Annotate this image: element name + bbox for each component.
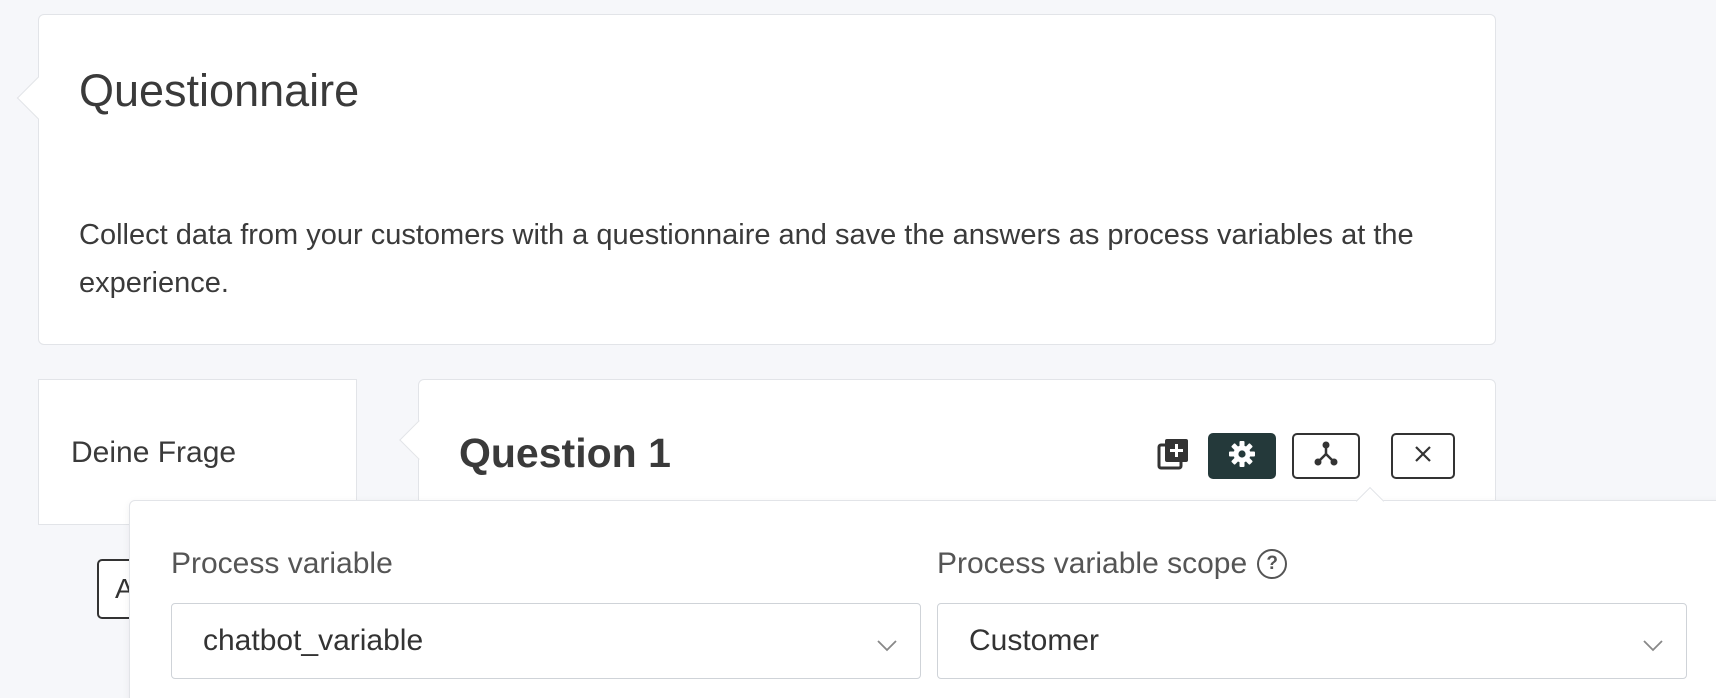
chevron-down-icon: [1642, 630, 1664, 652]
process-variable-label: Process variable: [171, 547, 393, 581]
page-title: Questionnaire: [79, 65, 360, 116]
branch-button[interactable]: [1292, 433, 1360, 479]
question-list-item-label: Deine Frage: [71, 436, 237, 469]
question-card-notch: [399, 420, 439, 460]
question-settings-popover: Process variable chatbot_variable Proces…: [129, 486, 1716, 698]
process-variable-scope-label: Process variable scope ?: [937, 547, 1288, 581]
branch-icon: [1312, 440, 1340, 473]
process-variable-scope-value: Customer: [969, 624, 1100, 657]
question-circle-icon[interactable]: ?: [1257, 549, 1288, 579]
process-variable-select[interactable]: chatbot_variable: [171, 603, 921, 679]
process-variable-scope-select[interactable]: Customer: [937, 603, 1687, 679]
question-title: Question 1: [459, 430, 671, 476]
close-button[interactable]: [1391, 433, 1455, 479]
header-card-notch: [16, 76, 60, 120]
duplicate-icon[interactable]: [1157, 438, 1189, 470]
process-variable-scope-label-text: Process variable scope: [937, 547, 1248, 580]
process-variable-value: chatbot_variable: [203, 624, 424, 657]
questionnaire-header-card: Questionnaire Collect data from your cus…: [16, 14, 1496, 345]
page-description: Collect data from your customers with a …: [79, 219, 1414, 299]
gear-icon: [1228, 440, 1256, 473]
close-icon: [1413, 444, 1433, 469]
chevron-down-icon: [876, 630, 898, 652]
questionnaire-editor: Questionnaire Collect data from your cus…: [0, 0, 1716, 698]
settings-button[interactable]: [1208, 433, 1276, 479]
process-variable-label-text: Process variable: [171, 547, 393, 580]
